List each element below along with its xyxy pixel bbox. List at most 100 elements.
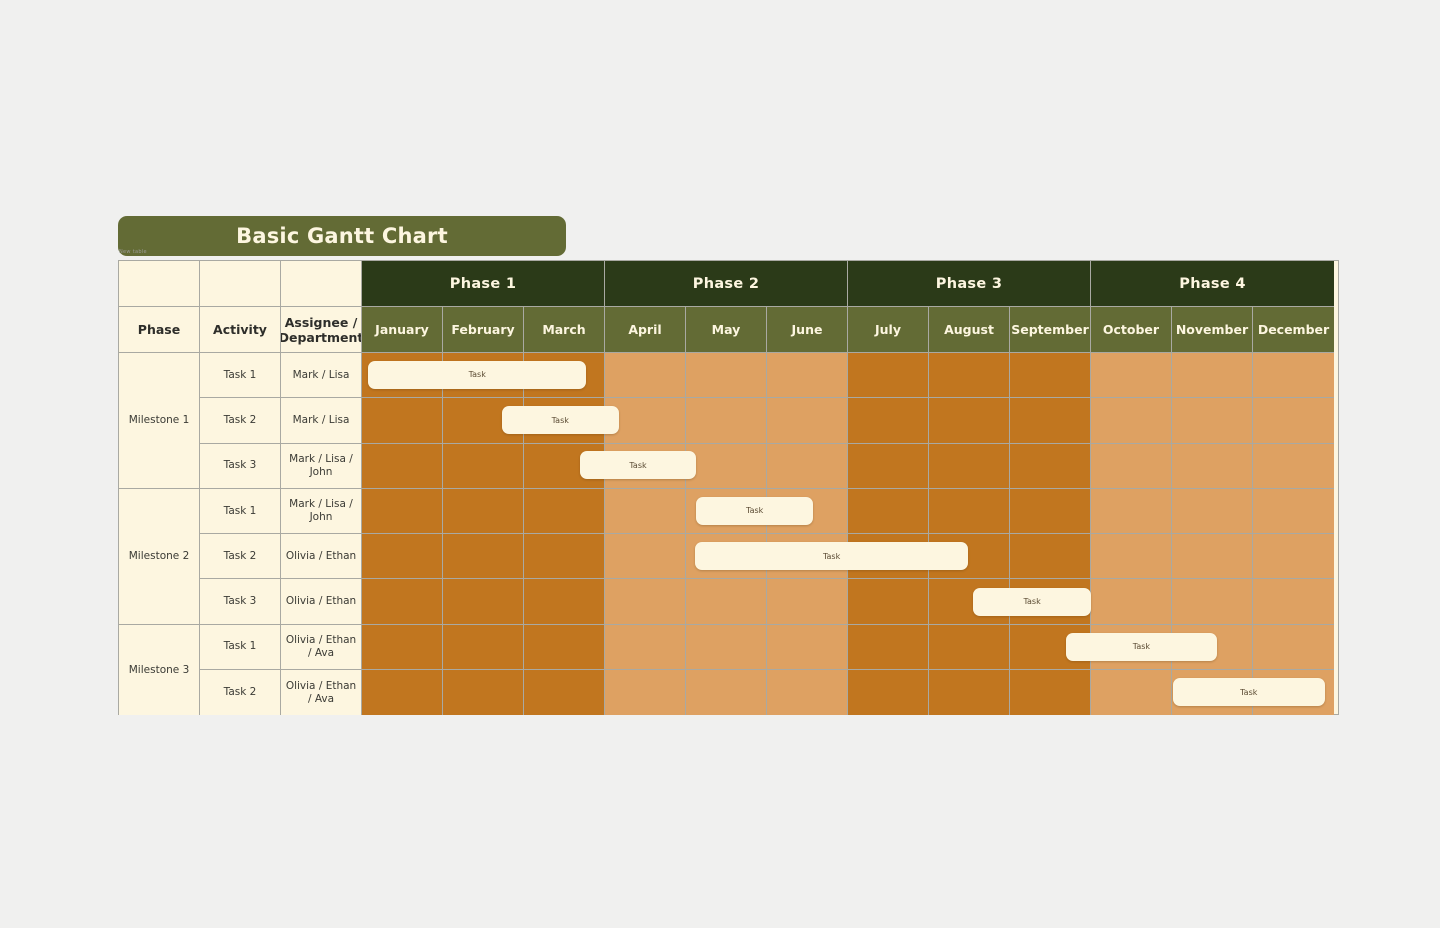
timeline-cell <box>1010 534 1091 580</box>
timeline-cell <box>1253 488 1334 535</box>
timeline-cell <box>605 670 686 716</box>
phase-header-3: Phase 3 <box>848 261 1091 307</box>
timeline-cell <box>1253 443 1334 489</box>
timeline-cell <box>929 443 1010 489</box>
task-bar-label: Task <box>822 551 841 561</box>
task-bar-label: Task <box>1023 597 1041 607</box>
task-bar-label: Task <box>629 460 647 470</box>
timeline-cell <box>1010 670 1091 716</box>
month-header-april: April <box>605 307 686 353</box>
timeline-cell <box>929 624 1010 671</box>
timeline-cell <box>848 443 929 489</box>
timeline-cell <box>1091 488 1172 535</box>
activity-cell: Task 2 <box>200 398 281 444</box>
timeline-cell <box>1091 670 1172 716</box>
phase-header-1: Phase 1 <box>362 261 605 307</box>
task-bar-label: Task <box>746 506 764 516</box>
timeline-cell <box>686 353 767 399</box>
timeline-cell <box>1172 534 1253 580</box>
timeline-cell <box>605 353 686 399</box>
task-bar-label: Task <box>1240 687 1258 697</box>
month-header-september: September <box>1010 307 1091 353</box>
month-header-november: November <box>1172 307 1253 353</box>
activity-cell: Task 2 <box>200 670 281 716</box>
task-bar[interactable]: Task <box>368 360 587 389</box>
chart-title-banner: Basic Gantt Chart <box>118 216 566 256</box>
timeline-cell <box>1253 353 1334 399</box>
timeline-cell <box>1010 398 1091 444</box>
task-bar[interactable]: Task <box>1065 632 1218 661</box>
task-bar-label: Task <box>1132 642 1151 652</box>
timeline-cell <box>848 579 929 625</box>
task-bar[interactable]: Task <box>501 406 619 435</box>
timeline-cell <box>1172 353 1253 399</box>
timeline-cell <box>686 579 767 625</box>
corner-blank-cell <box>200 261 281 307</box>
timeline-cell <box>362 534 443 580</box>
month-header-december: December <box>1253 307 1334 353</box>
timeline-cell <box>929 488 1010 535</box>
activity-cell: Task 1 <box>200 488 281 535</box>
timeline-cell <box>686 670 767 716</box>
timeline-cell <box>929 398 1010 444</box>
column-header-phase: Phase <box>119 307 200 353</box>
timeline-cell <box>1091 398 1172 444</box>
timeline-cell <box>362 624 443 671</box>
timeline-cell <box>848 398 929 444</box>
timeline-cell <box>362 670 443 716</box>
timeline-cell <box>1253 534 1334 580</box>
task-bar[interactable]: Task <box>696 496 813 525</box>
timeline-cell <box>686 398 767 444</box>
timeline-cell <box>848 353 929 399</box>
timeline-cell <box>848 670 929 716</box>
task-bar[interactable]: Task <box>1172 678 1325 707</box>
timeline-cell <box>1091 443 1172 489</box>
timeline-cell <box>1253 579 1334 625</box>
timeline-cell <box>1172 579 1253 625</box>
task-bar[interactable]: Task <box>694 542 969 571</box>
timeline-cell <box>524 579 605 625</box>
corner-blank-cell <box>281 261 362 307</box>
timeline-cell <box>362 398 443 444</box>
month-header-july: July <box>848 307 929 353</box>
timeline-cell <box>1091 534 1172 580</box>
phase-header-4: Phase 4 <box>1091 261 1334 307</box>
timeline-cell <box>443 488 524 535</box>
timeline-cell <box>605 579 686 625</box>
timeline-cell <box>524 534 605 580</box>
task-bar-label: Task <box>551 415 569 425</box>
timeline-cell <box>1172 488 1253 535</box>
month-header-may: May <box>686 307 767 353</box>
timeline-cell <box>524 624 605 671</box>
assignee-cell: Olivia / Ethan / Ava <box>281 670 362 716</box>
assignee-cell: Mark / Lisa <box>281 353 362 399</box>
timeline-cell <box>1010 488 1091 535</box>
month-header-october: October <box>1091 307 1172 353</box>
timeline-cell <box>848 624 929 671</box>
timeline-cell <box>767 443 848 489</box>
timeline-cell <box>767 670 848 716</box>
timeline-cell <box>605 534 686 580</box>
timeline-cell <box>929 353 1010 399</box>
timeline-cell <box>767 624 848 671</box>
timeline-cell <box>767 398 848 444</box>
assignee-header-line1: Assignee / <box>284 314 358 330</box>
timeline-cell <box>1010 353 1091 399</box>
timeline-cell <box>1010 443 1091 489</box>
timeline-cell <box>524 488 605 535</box>
task-bar[interactable]: Task <box>973 587 1091 616</box>
timeline-cell <box>686 443 767 489</box>
task-bar[interactable]: Task <box>579 451 697 480</box>
timeline-cell <box>362 579 443 625</box>
column-header-activity: Activity <box>200 307 281 353</box>
activity-cell: Task 3 <box>200 443 281 489</box>
assignee-cell: Olivia / Ethan <box>281 579 362 625</box>
column-header-assignee: Assignee / Department <box>281 307 362 353</box>
assignee-cell: Olivia / Ethan <box>281 534 362 580</box>
assignee-cell: Olivia / Ethan / Ava <box>281 624 362 671</box>
timeline-cell <box>362 443 443 489</box>
month-header-january: January <box>362 307 443 353</box>
timeline-cell <box>443 670 524 716</box>
phase-header-2: Phase 2 <box>605 261 848 307</box>
activity-cell: Task 3 <box>200 579 281 625</box>
